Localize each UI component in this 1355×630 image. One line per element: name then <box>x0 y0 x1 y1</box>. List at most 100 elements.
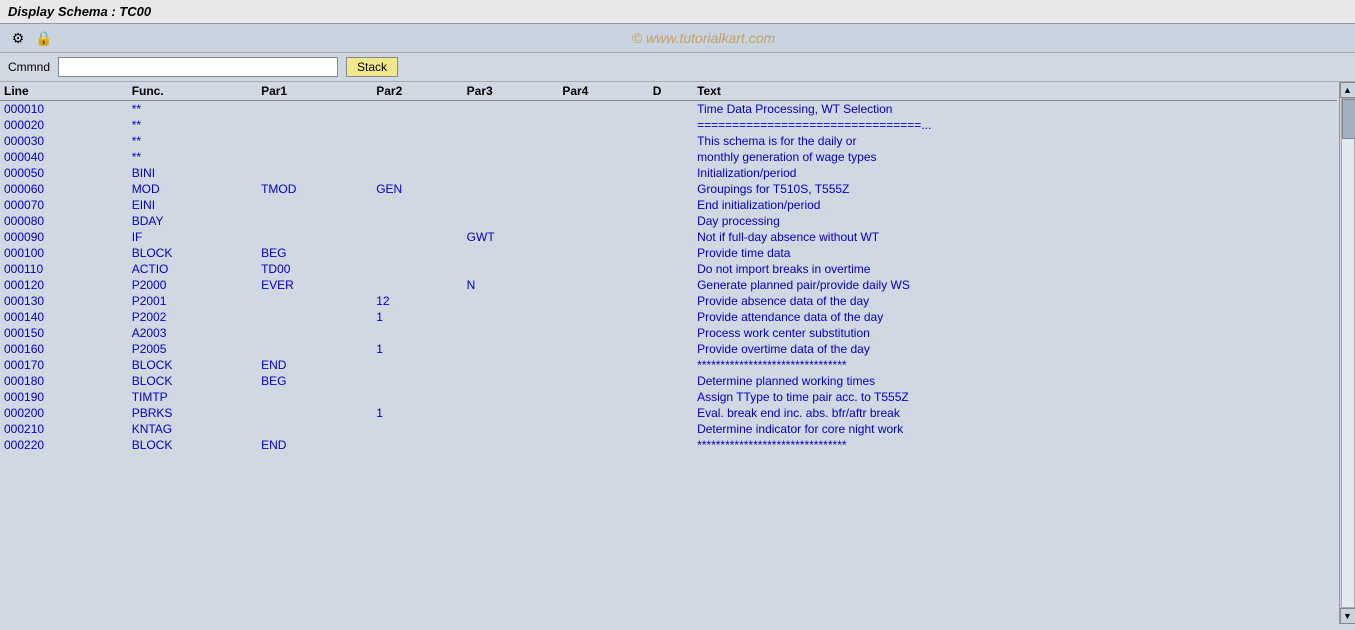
table-row[interactable]: 000100BLOCKBEG Provide time data <box>0 245 1337 261</box>
cell-par1: TMOD <box>257 181 372 197</box>
table-row[interactable]: 000010**Time Data Processing, WT Selecti… <box>0 101 1337 118</box>
table-row[interactable]: 000090IFGWTNot if full-day absence witho… <box>0 229 1337 245</box>
cell-d <box>649 309 693 325</box>
command-input[interactable] <box>58 57 338 77</box>
cell-line: 000100 <box>0 245 128 261</box>
lock-icon[interactable]: 🔒 <box>34 28 54 48</box>
cell-par3 <box>463 421 559 437</box>
table-row[interactable]: 000160P20051Provide overtime data of the… <box>0 341 1337 357</box>
cell-par3 <box>463 405 559 421</box>
cell-d <box>649 101 693 118</box>
scroll-thumb[interactable] <box>1342 99 1355 139</box>
cell-par1 <box>257 197 372 213</box>
table-row[interactable]: 000070EINIEnd initialization/period <box>0 197 1337 213</box>
cell-par3 <box>463 213 559 229</box>
cell-par1: BEG <box>257 245 372 261</box>
cell-d <box>649 373 693 389</box>
cell-par3 <box>463 117 559 133</box>
table-row[interactable]: 000030**This schema is for the daily or <box>0 133 1337 149</box>
command-bar: Cmmnd Stack <box>0 53 1355 82</box>
cell-text: Provide attendance data of the day <box>693 309 1337 325</box>
cell-line: 000120 <box>0 277 128 293</box>
cell-par4 <box>558 149 648 165</box>
table-row[interactable]: 000150A2003Process work center substitut… <box>0 325 1337 341</box>
cell-func: TIMTP <box>128 389 257 405</box>
cell-par4 <box>558 165 648 181</box>
cell-par2 <box>372 133 462 149</box>
table-row[interactable]: 000130P200112Provide absence data of the… <box>0 293 1337 309</box>
scroll-down-arrow[interactable]: ▼ <box>1340 608 1355 624</box>
table-row[interactable]: 000020**================================… <box>0 117 1337 133</box>
scrollbar-vertical[interactable]: ▲ ▼ <box>1339 82 1355 624</box>
table-row[interactable]: 000080BDAYDay processing <box>0 213 1337 229</box>
cell-par2 <box>372 277 462 293</box>
cell-par3 <box>463 181 559 197</box>
cell-d <box>649 389 693 405</box>
cell-par1 <box>257 341 372 357</box>
cell-par3 <box>463 133 559 149</box>
col-par2: Par2 <box>372 82 462 101</box>
cell-par1 <box>257 229 372 245</box>
cell-text: Provide overtime data of the day <box>693 341 1337 357</box>
cell-par1: END <box>257 357 372 373</box>
stack-button[interactable]: Stack <box>346 57 398 77</box>
table-row[interactable]: 000190TIMTPAssign TType to time pair acc… <box>0 389 1337 405</box>
cell-par3: GWT <box>463 229 559 245</box>
cell-par2: GEN <box>372 181 462 197</box>
cell-par4 <box>558 405 648 421</box>
cell-line: 000190 <box>0 389 128 405</box>
cell-line: 000090 <box>0 229 128 245</box>
table-row[interactable]: 000040**monthly generation of wage types <box>0 149 1337 165</box>
cell-par1 <box>257 133 372 149</box>
cell-par2 <box>372 261 462 277</box>
table-row[interactable]: 000200PBRKS1Eval. break end inc. abs. bf… <box>0 405 1337 421</box>
cell-par4 <box>558 229 648 245</box>
cell-d <box>649 149 693 165</box>
table-row[interactable]: 000220BLOCKEND**************************… <box>0 437 1337 453</box>
cell-par2 <box>372 325 462 341</box>
main-content: Line Func. Par1 Par2 Par3 Par4 D Text 00… <box>0 82 1355 624</box>
cell-d <box>649 197 693 213</box>
cell-d <box>649 117 693 133</box>
table-row[interactable]: 000210KNTAGDetermine indicator for core … <box>0 421 1337 437</box>
cell-par3 <box>463 149 559 165</box>
cell-text: Eval. break end inc. abs. bfr/aftr break <box>693 405 1337 421</box>
cell-func: PBRKS <box>128 405 257 421</box>
watermark: © www.tutorialkart.com <box>60 30 1347 46</box>
cell-d <box>649 245 693 261</box>
cell-func: BLOCK <box>128 245 257 261</box>
cell-func: EINI <box>128 197 257 213</box>
cell-par2 <box>372 245 462 261</box>
cell-par4 <box>558 293 648 309</box>
cell-par1 <box>257 213 372 229</box>
table-row[interactable]: 000170BLOCKEND**************************… <box>0 357 1337 373</box>
cell-par2 <box>372 421 462 437</box>
cell-par1: EVER <box>257 277 372 293</box>
table-row[interactable]: 000180BLOCKBEGDetermine planned working … <box>0 373 1337 389</box>
cell-par4 <box>558 421 648 437</box>
cell-par2 <box>372 117 462 133</box>
cell-d <box>649 229 693 245</box>
cell-par2 <box>372 389 462 405</box>
cell-d <box>649 405 693 421</box>
cell-par1 <box>257 325 372 341</box>
cell-func: IF <box>128 229 257 245</box>
table-row[interactable]: 000140P20021Provide attendance data of t… <box>0 309 1337 325</box>
table-row[interactable]: 000120P2000EVERNGenerate planned pair/pr… <box>0 277 1337 293</box>
settings-icon[interactable]: ⚙ <box>8 28 28 48</box>
cell-line: 000020 <box>0 117 128 133</box>
col-d: D <box>649 82 693 101</box>
cell-par1 <box>257 293 372 309</box>
cell-line: 000030 <box>0 133 128 149</box>
cell-d <box>649 293 693 309</box>
cell-par4 <box>558 373 648 389</box>
scroll-track[interactable] <box>1341 98 1355 608</box>
table-row[interactable]: 000050BINIInitialization/period <box>0 165 1337 181</box>
scroll-up-arrow[interactable]: ▲ <box>1340 82 1355 98</box>
cell-func: BDAY <box>128 213 257 229</box>
table-row[interactable]: 000110ACTIOTD00Do not import breaks in o… <box>0 261 1337 277</box>
table-row[interactable]: 000060MODTMODGENGroupings for T510S, T55… <box>0 181 1337 197</box>
cell-text: Provide time data <box>693 245 1337 261</box>
cell-par1 <box>257 405 372 421</box>
cell-par4 <box>558 245 648 261</box>
